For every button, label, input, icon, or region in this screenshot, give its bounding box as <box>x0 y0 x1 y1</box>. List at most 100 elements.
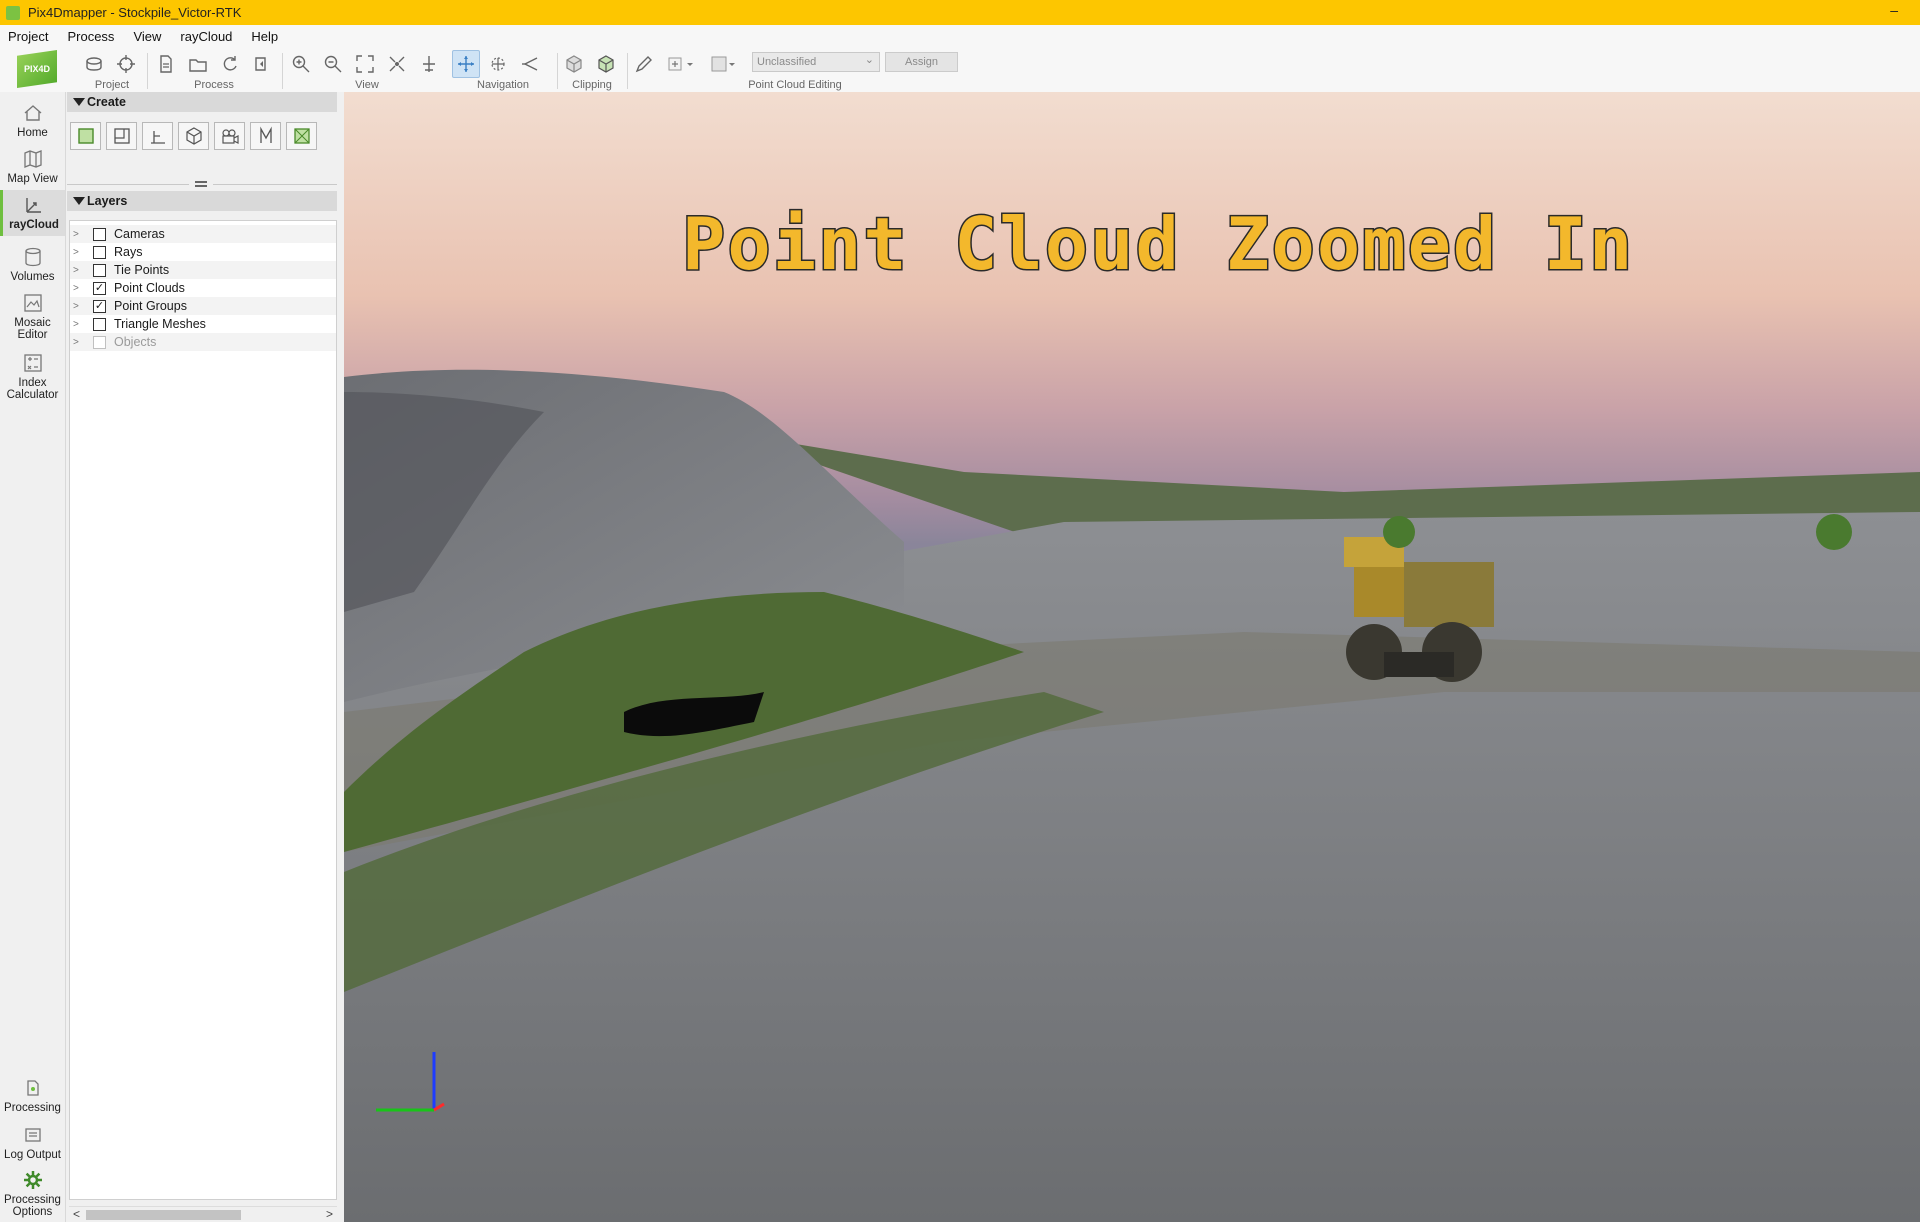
first-person-navigation-icon[interactable] <box>484 50 512 78</box>
layer-checkbox[interactable] <box>93 245 106 259</box>
pix4d-logo: PIX4D <box>17 50 57 88</box>
layer-label: Point Clouds <box>114 281 185 295</box>
layer-triangle-meshes[interactable]: > Triangle Meshes <box>70 315 336 333</box>
layer-tie-points[interactable]: > Tie Points <box>70 261 336 279</box>
layer-label: Objects <box>114 335 157 349</box>
layer-checkbox[interactable]: ✓ <box>93 281 106 295</box>
log-output-icon <box>24 1128 41 1142</box>
toolbar-label-project: Project <box>94 79 130 91</box>
layer-checkbox[interactable] <box>93 263 106 277</box>
chevron-right-icon[interactable]: > <box>73 319 87 330</box>
title-bar: Pix4Dmapper - Stockpile_Victor-RTK – <box>0 0 1920 25</box>
menu-process[interactable]: Process <box>67 29 114 44</box>
menu-project[interactable]: Project <box>8 29 48 44</box>
create-surface-icon[interactable] <box>106 122 137 150</box>
color-swatch-icon[interactable] <box>706 50 742 78</box>
classification-select[interactable]: Unclassified <box>752 52 880 72</box>
database-icon[interactable] <box>80 50 108 78</box>
scrollbar-thumb[interactable] <box>86 1210 241 1220</box>
sidebar-item-home[interactable]: Home <box>0 102 65 139</box>
open-results-icon[interactable] <box>184 50 212 78</box>
create-tools <box>70 122 317 150</box>
sidebar-item-processing[interactable]: Processing <box>0 1077 65 1114</box>
chevron-right-icon[interactable]: > <box>73 229 87 240</box>
align-view-icon[interactable] <box>415 50 443 78</box>
create-volume-icon[interactable] <box>178 122 209 150</box>
toolbar-label-clipping: Clipping <box>572 79 612 91</box>
layer-rays[interactable]: > Rays <box>70 243 336 261</box>
horizontal-scrollbar[interactable]: < > <box>69 1206 337 1222</box>
zoom-out-icon[interactable] <box>319 50 347 78</box>
layer-objects[interactable]: > Objects <box>70 333 336 351</box>
sidebar-item-raycloud[interactable]: rayCloud <box>0 190 65 236</box>
app-icon <box>6 5 20 20</box>
layers-section-header[interactable]: Layers <box>67 191 337 211</box>
sidebar-label: Map View <box>7 173 58 185</box>
chevron-right-icon[interactable]: > <box>73 301 87 312</box>
menu-help[interactable]: Help <box>251 29 278 44</box>
create-polygon-icon[interactable] <box>70 122 101 150</box>
gcp-manager-icon[interactable] <box>112 50 140 78</box>
reoptimize-icon[interactable] <box>216 50 244 78</box>
layer-label: Tie Points <box>114 263 170 277</box>
clipping-box-icon[interactable] <box>560 50 588 78</box>
toolbar: PIX4D Project Process View Navigation Cl… <box>0 47 1920 92</box>
sidebar-item-processing-options[interactable]: Processing Options <box>0 1169 65 1218</box>
trackball-navigation-icon[interactable] <box>452 50 480 78</box>
sidebar-item-index-calculator[interactable]: Index Calculator <box>0 352 65 401</box>
zoom-extent-icon[interactable] <box>351 50 379 78</box>
create-polyline-icon[interactable] <box>142 122 173 150</box>
add-point-group-icon[interactable] <box>662 50 702 78</box>
raycloud-3d-viewport[interactable]: Point Cloud Zoomed In <box>344 92 1920 1222</box>
layer-label: Cameras <box>114 227 165 241</box>
toolbar-separator <box>557 53 558 89</box>
layer-checkbox[interactable]: ✓ <box>93 299 106 313</box>
viewport-overlay-title: Point Cloud Zoomed In <box>680 201 1635 288</box>
menu-raycloud[interactable]: rayCloud <box>180 29 232 44</box>
layer-cameras[interactable]: > Cameras <box>70 225 336 243</box>
index-calculator-icon <box>23 354 42 372</box>
panel-splitter[interactable] <box>67 180 337 188</box>
chevron-right-icon[interactable]: > <box>326 1207 333 1221</box>
create-section-header[interactable]: Create <box>67 92 337 112</box>
rematch-icon[interactable] <box>248 50 276 78</box>
layer-checkbox[interactable] <box>93 227 106 241</box>
toolbar-label-process: Process <box>194 79 234 91</box>
toolbar-label-editing: Point Cloud Editing <box>748 79 842 91</box>
chevron-right-icon[interactable]: > <box>73 247 87 258</box>
minimize-button[interactable]: – <box>1890 2 1898 18</box>
chevron-right-icon[interactable]: > <box>73 283 87 294</box>
sidebar-item-log-output[interactable]: Log Output <box>0 1124 65 1161</box>
layer-point-clouds[interactable]: > ✓ Point Clouds <box>70 279 336 297</box>
edit-points-icon[interactable] <box>630 50 658 78</box>
layer-checkbox[interactable] <box>93 335 106 349</box>
sidebar-label: rayCloud <box>9 219 59 231</box>
toolbar-separator <box>627 53 628 89</box>
window-title: Pix4Dmapper - Stockpile_Victor-RTK <box>28 5 242 20</box>
create-measurement-icon[interactable] <box>250 122 281 150</box>
layer-label: Point Groups <box>114 299 187 313</box>
chevron-right-icon[interactable]: > <box>73 337 87 348</box>
toolbar-group-project: Project <box>80 47 144 92</box>
zoom-in-icon[interactable] <box>287 50 315 78</box>
layer-checkbox[interactable] <box>93 317 106 331</box>
report-icon[interactable] <box>152 50 180 78</box>
layer-point-groups[interactable]: > ✓ Point Groups <box>70 297 336 315</box>
toolbar-label-view: View <box>355 79 379 91</box>
sidebar-item-mosaic-editor[interactable]: Mosaic Editor <box>0 292 65 341</box>
chevron-right-icon[interactable]: > <box>73 265 87 276</box>
camera-view-icon[interactable] <box>516 50 544 78</box>
menu-view[interactable]: View <box>133 29 161 44</box>
layers-panel: Create Layers > Cameras > Rays > Tie Points… <box>67 92 338 1222</box>
sidebar-item-map-view[interactable]: Map View <box>0 148 65 185</box>
zoom-to-selection-icon[interactable] <box>383 50 411 78</box>
chevron-left-icon[interactable]: < <box>73 1207 80 1221</box>
create-orthoplane-icon[interactable] <box>286 122 317 150</box>
clipping-edit-icon[interactable] <box>592 50 620 78</box>
sidebar-item-volumes[interactable]: Volumes <box>0 246 65 283</box>
assign-button[interactable]: Assign <box>885 52 958 72</box>
sidebar-label: Home <box>17 127 48 139</box>
layers-tree: > Cameras > Rays > Tie Points > ✓ Point Cloud… <box>69 220 337 1200</box>
create-video-animation-icon[interactable] <box>214 122 245 150</box>
sidebar-label: Processing <box>4 1102 61 1114</box>
